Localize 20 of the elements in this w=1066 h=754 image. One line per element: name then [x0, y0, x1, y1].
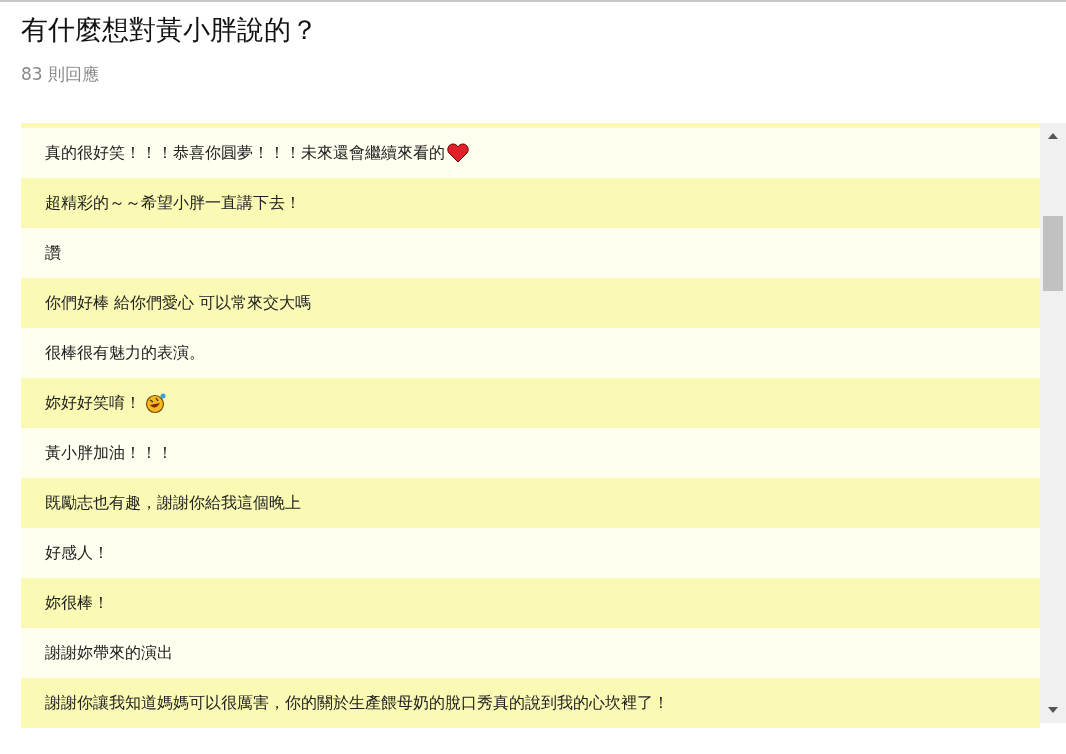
comment-text: 黃小胖加油！！！: [45, 442, 173, 464]
reply-count: 83 則回應: [21, 63, 101, 86]
comment-text: 讚: [45, 242, 61, 264]
comment-text: 既勵志也有趣，謝謝你給我這個晚上: [45, 492, 301, 514]
scroll-up-icon[interactable]: [1048, 133, 1058, 139]
laughing-face-icon: [145, 392, 167, 414]
comment-text: 真的很好笑！！！恭喜你圓夢！！！未來還會繼續來看的: [45, 142, 445, 164]
comment-text: 超精彩的～～希望小胖一直講下去！: [45, 192, 301, 214]
comment-text: 妳好好笑唷！: [45, 392, 141, 414]
scroll-down-icon[interactable]: [1048, 707, 1058, 713]
comment-text: 謝謝妳帶來的演出: [45, 642, 173, 664]
page-title: 有什麼想對黃小胖說的？: [21, 13, 319, 47]
comment-text: 好感人！: [45, 542, 109, 564]
heart-icon: [447, 143, 469, 163]
comment-text: 很棒很有魅力的表演。: [45, 342, 205, 364]
comment-text: 你們好棒 給你們愛心 可以常來交大嗎: [45, 292, 312, 314]
comment-text: 謝謝你讓我知道媽媽可以很厲害，你的關於生產餵母奶的脫口秀真的說到我的心坎裡了！: [45, 692, 669, 714]
scrollbar[interactable]: [1040, 123, 1066, 723]
comment-text: 妳很棒！: [45, 592, 109, 614]
scroll-thumb[interactable]: [1043, 216, 1063, 291]
